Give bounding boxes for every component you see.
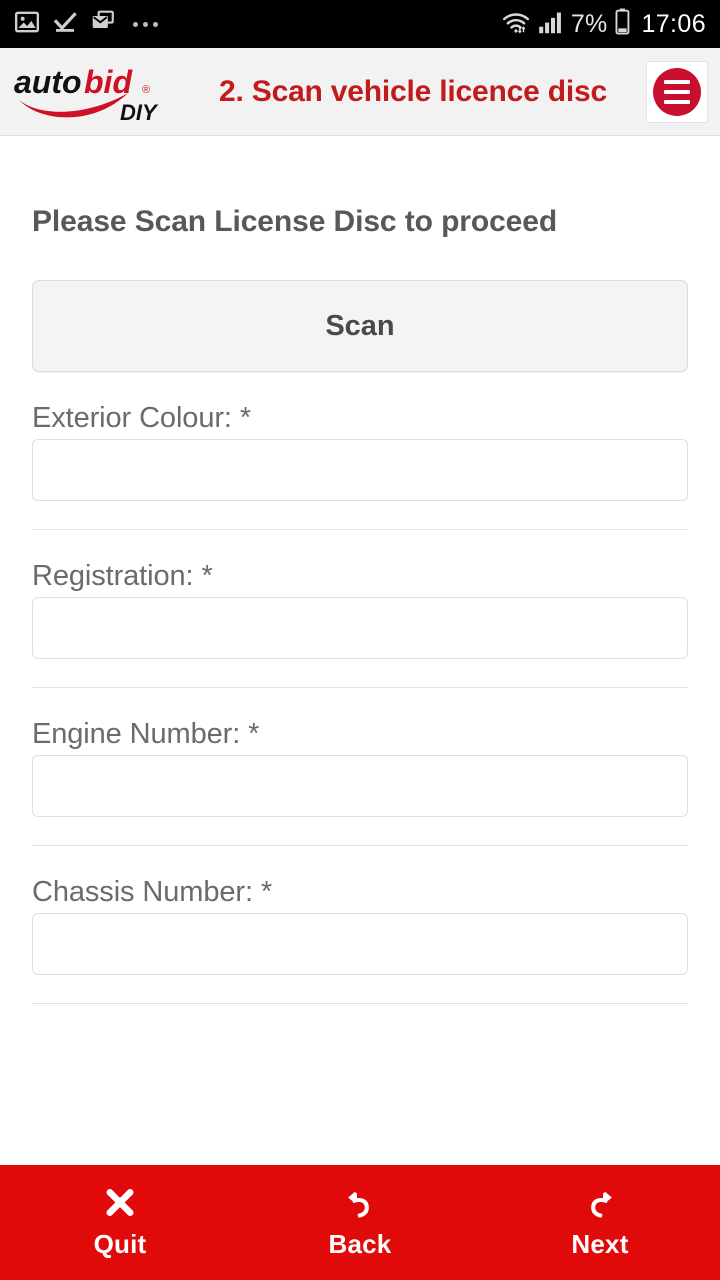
field-registration: Registration: *: [0, 530, 720, 659]
exterior-colour-input[interactable]: [32, 439, 688, 501]
battery-percent: 7%: [570, 9, 608, 38]
hamburger-menu-icon: [653, 67, 701, 116]
back-label: Back: [328, 1229, 392, 1259]
svg-text:DIY: DIY: [120, 100, 159, 125]
field-label-registration: Registration: *: [32, 560, 213, 592]
field-exterior-colour: Exterior Colour: *: [0, 372, 720, 501]
battery-icon: [614, 8, 631, 40]
instruction-heading: Please Scan License Disc to proceed: [32, 205, 558, 238]
menu-button[interactable]: [646, 60, 708, 123]
wifi-icon: [501, 9, 531, 40]
field-engine-number: Engine Number: *: [0, 688, 720, 817]
more-icon: [129, 21, 158, 27]
next-button[interactable]: Next: [480, 1165, 720, 1280]
autobid-diy-logo: auto bid ® DIY: [12, 59, 184, 125]
page-title-header: 2. Scan vehicle licence disc: [219, 74, 607, 108]
main-content: Please Scan License Disc to proceed Scan…: [0, 137, 720, 1165]
registration-input[interactable]: [32, 597, 688, 659]
field-label-exterior-colour: Exterior Colour: *: [32, 402, 251, 434]
app-header: auto bid ® DIY 2. Scan vehicle licence d…: [0, 48, 720, 136]
field-chassis-number: Chassis Number: *: [0, 846, 720, 975]
status-bar-right-icons: 7% 17:06: [501, 8, 706, 40]
image-icon: [14, 9, 40, 40]
field-label-chassis-number: Chassis Number: *: [32, 876, 273, 908]
svg-text:®: ®: [142, 84, 150, 96]
back-button[interactable]: Back: [240, 1165, 480, 1280]
field-label-engine-number: Engine Number: *: [32, 718, 260, 750]
next-label: Next: [571, 1229, 629, 1259]
svg-text:auto: auto: [14, 64, 82, 100]
chassis-number-input[interactable]: [32, 913, 688, 975]
engine-number-input[interactable]: [32, 755, 688, 817]
status-bar-left-icons: [14, 9, 158, 40]
signal-bars-icon: [538, 10, 564, 39]
clock-time: 17:06: [641, 9, 706, 38]
email-icon: [90, 9, 116, 40]
redo-arrow-icon: [583, 1185, 617, 1223]
download-complete-icon: [53, 9, 77, 40]
scan-button[interactable]: Scan: [32, 280, 688, 372]
bottom-navigation-bar: Quit Back Next: [0, 1165, 720, 1280]
app-root: 7% 17:06 auto bid ® DIY 2. Scan vehicle …: [0, 0, 720, 1280]
undo-arrow-icon: [343, 1185, 377, 1223]
status-bar: 7% 17:06: [0, 0, 720, 48]
close-x-icon: [102, 1185, 138, 1223]
quit-button[interactable]: Quit: [0, 1165, 240, 1280]
field-divider: [32, 1003, 688, 1004]
quit-label: Quit: [93, 1229, 147, 1259]
